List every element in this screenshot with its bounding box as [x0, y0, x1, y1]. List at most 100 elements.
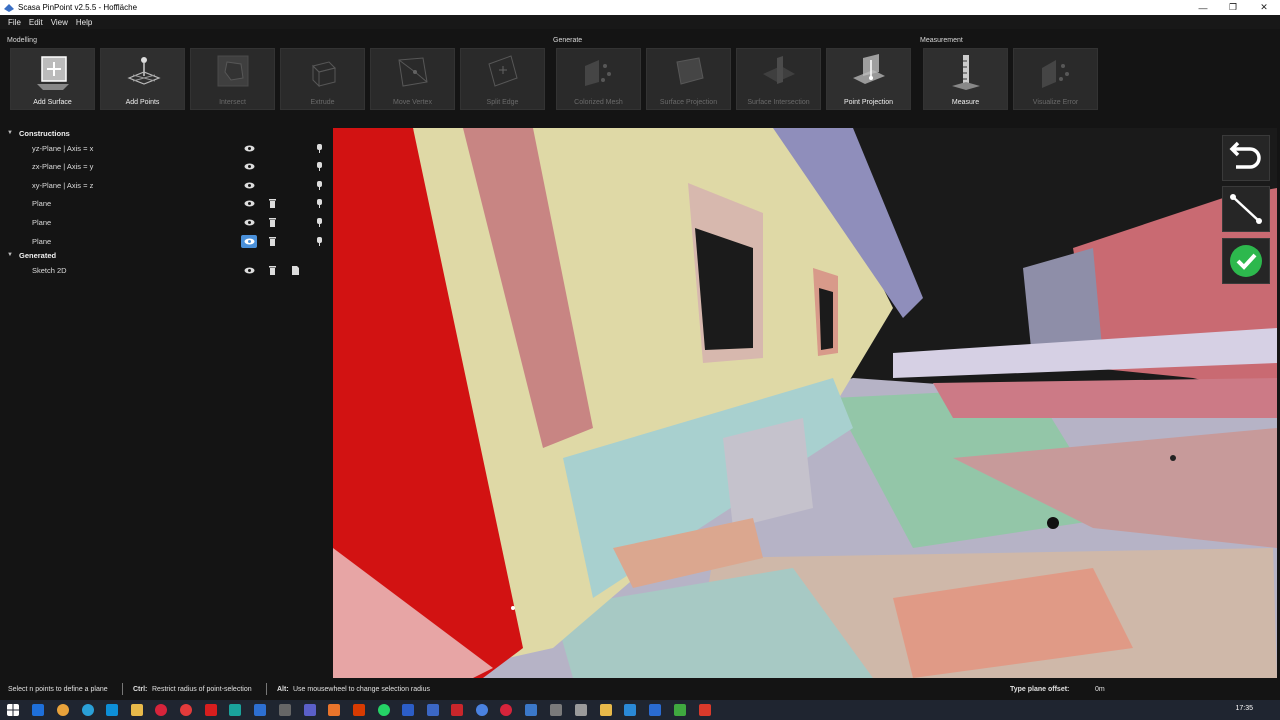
app-icon[interactable]	[649, 704, 661, 716]
point-cloud-viewport[interactable]	[333, 128, 1277, 678]
undo-button[interactable]	[1222, 135, 1270, 181]
visibility-eye-icon[interactable]	[241, 264, 257, 277]
visibility-eye-icon[interactable]	[241, 160, 257, 173]
app-icon[interactable]	[427, 704, 439, 716]
menu-file[interactable]: File	[4, 18, 25, 27]
tree-item-plane-2[interactable]: Plane	[0, 213, 333, 231]
add-surface-button[interactable]: Add Surface	[10, 48, 95, 110]
outlook-icon[interactable]	[32, 704, 44, 716]
title-bar: Scasa PinPoint v2.5.5 - Hoffläche — ❐ ✕	[0, 0, 1280, 15]
tool-label: Add Surface	[33, 99, 72, 106]
surface-intersection-button[interactable]: Surface Intersection	[736, 48, 821, 110]
office-icon[interactable]	[353, 704, 365, 716]
visibility-eye-icon[interactable]	[241, 216, 257, 229]
surface-intersection-icon	[762, 56, 795, 84]
teams-icon[interactable]	[304, 704, 316, 716]
point-projection-button[interactable]: Point Projection	[826, 48, 911, 110]
maximize-button[interactable]: ❐	[1217, 0, 1249, 15]
trash-icon[interactable]	[264, 264, 280, 277]
windows-start-icon[interactable]	[7, 704, 19, 716]
app-icon[interactable]	[106, 704, 118, 716]
app-icon[interactable]	[402, 704, 414, 716]
app-icon[interactable]	[254, 704, 266, 716]
expand-arrow-icon[interactable]: ▼	[7, 252, 13, 258]
tree-item-label: zx-Plane | Axis = y	[32, 161, 94, 171]
surface-projection-button[interactable]: Surface Projection	[646, 48, 731, 110]
taskbar-clock[interactable]: 17:35	[1235, 705, 1253, 712]
app-icon[interactable]	[279, 704, 291, 716]
tree-item-plane-1[interactable]: Plane	[0, 194, 333, 212]
document-icon[interactable]	[287, 264, 303, 277]
close-button[interactable]: ✕	[1248, 0, 1280, 15]
acrobat-icon[interactable]	[205, 704, 217, 716]
menu-edit[interactable]: Edit	[25, 18, 47, 27]
intersect-button[interactable]: Intersect	[190, 48, 275, 110]
app-icon[interactable]	[180, 704, 192, 716]
app-icon[interactable]	[575, 704, 587, 716]
extrude-icon	[311, 61, 336, 88]
tree-item-xy-plane[interactable]: xy-Plane | Axis = z	[0, 176, 333, 194]
trash-icon[interactable]	[264, 216, 280, 229]
pin-icon[interactable]	[311, 179, 327, 192]
filezilla-icon[interactable]	[451, 704, 463, 716]
extrude-button[interactable]: Extrude	[280, 48, 365, 110]
move-vertex-button[interactable]: Move Vertex	[370, 48, 455, 110]
menu-help[interactable]: Help	[72, 18, 96, 27]
split-edge-button[interactable]: Split Edge	[460, 48, 545, 110]
tool-label: Measure	[951, 99, 980, 106]
colorized-mesh-button[interactable]: Colorized Mesh	[556, 48, 641, 110]
tree-item-sketch-2d[interactable]: Sketch 2D	[0, 261, 333, 279]
status-ctrl-text: Restrict radius of point-selection	[152, 685, 252, 693]
menu-view[interactable]: View	[47, 18, 72, 27]
pin-icon[interactable]	[311, 216, 327, 229]
pinpoint-taskbar-icon[interactable]	[525, 704, 537, 716]
split-edge-icon	[487, 55, 518, 87]
visibility-eye-icon[interactable]	[241, 142, 257, 155]
tree-item-zx-plane[interactable]: zx-Plane | Axis = y	[0, 157, 333, 175]
plane-offset-input[interactable]: 0m	[1095, 686, 1105, 693]
app-icon	[4, 3, 14, 12]
tool-label: Point Projection	[843, 99, 894, 106]
expand-arrow-icon[interactable]: ▼	[7, 130, 13, 136]
whatsapp-icon[interactable]	[378, 704, 390, 716]
app-icon[interactable]	[476, 704, 488, 716]
visibility-eye-icon[interactable]	[241, 179, 257, 192]
add-points-button[interactable]: Add Points	[100, 48, 185, 110]
status-bar: Select n points to define a plane Ctrl: …	[0, 678, 1280, 700]
point-projection-icon	[852, 54, 885, 84]
tree-item-yz-plane[interactable]: yz-Plane | Axis = x	[0, 139, 333, 157]
explorer-icon[interactable]	[131, 704, 143, 716]
add-points-icon	[126, 57, 161, 85]
window-title: Scasa PinPoint v2.5.5 - Hoffläche	[18, 3, 138, 12]
app-icon[interactable]	[500, 704, 512, 716]
confirm-button[interactable]	[1222, 238, 1270, 284]
tree-item-label: xy-Plane | Axis = z	[32, 180, 94, 190]
app-icon[interactable]	[624, 704, 636, 716]
status-separator	[122, 683, 123, 695]
edge-icon[interactable]	[82, 704, 94, 716]
app-icon[interactable]	[155, 704, 167, 716]
pin-icon[interactable]	[311, 197, 327, 210]
minimize-button[interactable]: —	[1187, 0, 1219, 15]
trash-icon[interactable]	[264, 197, 280, 210]
chrome-icon[interactable]	[57, 704, 69, 716]
measure-button[interactable]: Measure	[923, 48, 1008, 110]
app-icon[interactable]	[229, 704, 241, 716]
app-icon[interactable]	[550, 704, 562, 716]
status-alt-key: Alt:	[277, 685, 289, 693]
status-hint: Select n points to define a plane	[8, 685, 108, 693]
pin-icon[interactable]	[311, 142, 327, 155]
pin-icon[interactable]	[311, 160, 327, 173]
line-segment-icon	[1230, 194, 1262, 224]
measure-icon	[951, 55, 980, 90]
visibility-eye-icon[interactable]	[241, 197, 257, 210]
visualize-error-button[interactable]: Visualize Error	[1013, 48, 1098, 110]
app-icon[interactable]	[600, 704, 612, 716]
app-icon[interactable]	[674, 704, 686, 716]
app-icon[interactable]	[699, 704, 711, 716]
line-segment-button[interactable]	[1222, 186, 1270, 232]
surface-projection-icon	[675, 57, 704, 85]
intersect-icon	[217, 55, 248, 87]
app-icon[interactable]	[328, 704, 340, 716]
undo-icon	[1229, 141, 1261, 169]
